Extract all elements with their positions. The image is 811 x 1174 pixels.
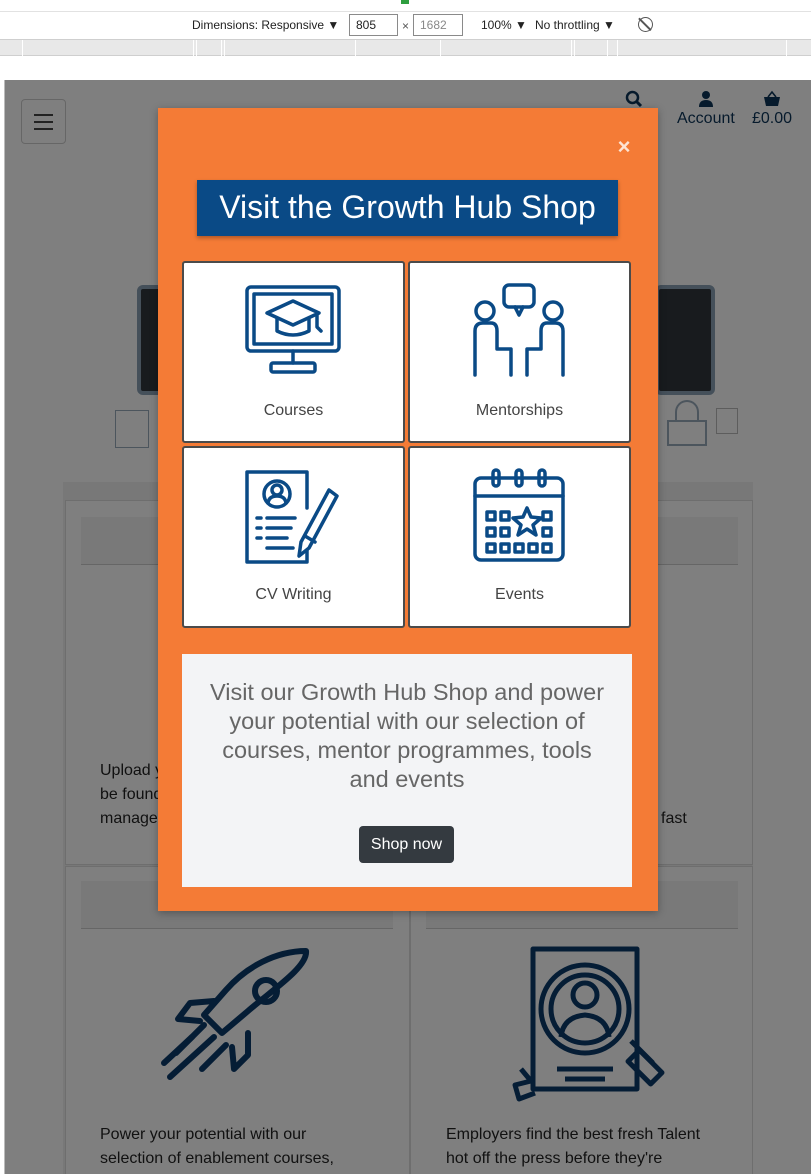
zoom-dropdown[interactable]: 100% ▼ [481, 18, 527, 32]
device-toolbar: Dimensions: Responsive ▼ 805 × 1682 100%… [0, 14, 811, 38]
shop-popup-modal: × Visit the Growth Hub Shop Courses Ment… [158, 108, 658, 911]
shop-now-button[interactable]: Shop now [359, 826, 454, 863]
calendar-star-icon [473, 468, 565, 562]
divider [0, 11, 811, 12]
dimension-separator: × [402, 19, 410, 33]
graduation-monitor-icon [245, 285, 341, 374]
mentorships-tile[interactable]: Mentorships [408, 261, 631, 443]
events-tile[interactable]: Events [408, 446, 631, 628]
rotate-icon[interactable] [638, 17, 653, 32]
close-button[interactable]: × [614, 134, 634, 159]
cv-document-pen-icon [245, 470, 339, 564]
promo-text: Visit our Growth Hub Shop and power your… [209, 679, 605, 792]
courses-tile[interactable]: Courses [182, 261, 405, 443]
promo-panel: Visit our Growth Hub Shop and power your… [182, 654, 632, 887]
throttling-dropdown[interactable]: No throttling ▼ [535, 18, 615, 32]
tile-label: Courses [263, 402, 324, 419]
tile-label: Mentorships [475, 402, 564, 419]
modal-title: Visit the Growth Hub Shop [197, 180, 618, 236]
media-query-bar[interactable] [0, 40, 811, 56]
width-input[interactable]: 805 [349, 14, 398, 36]
dimensions-dropdown[interactable]: Dimensions: Responsive ▼ [192, 18, 339, 32]
tile-label: CV Writing [255, 586, 332, 603]
page-viewport: n Account £0.00 Upload y be found manage… [4, 80, 811, 1174]
tile-label: Events [495, 586, 544, 603]
devtools-toolbar: Dimensions: Responsive ▼ 805 × 1682 100%… [0, 0, 811, 40]
cv-writing-tile[interactable]: CV Writing [182, 446, 405, 628]
height-input[interactable]: 1682 [413, 14, 463, 36]
mentorship-chat-icon [473, 283, 565, 377]
devtools-indicator [401, 0, 409, 4]
